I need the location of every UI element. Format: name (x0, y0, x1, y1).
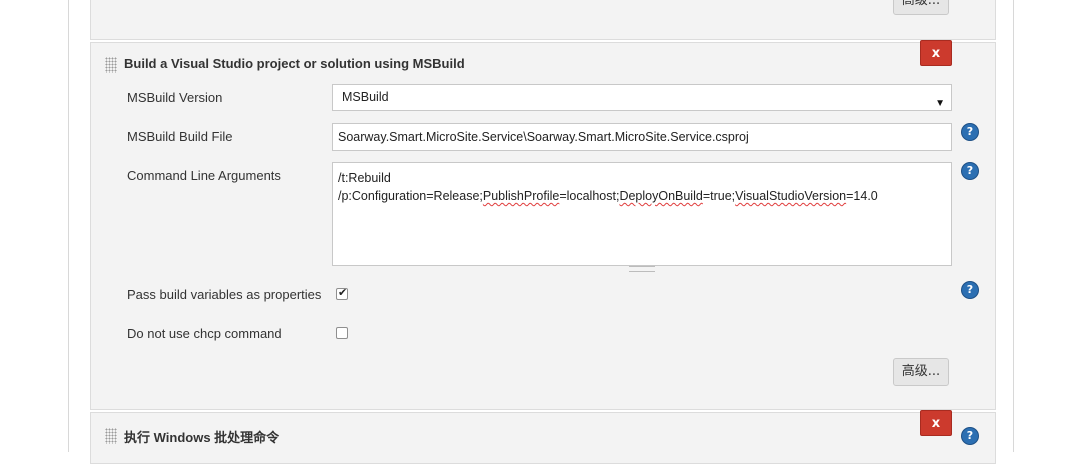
cmd-args-label: Command Line Arguments (127, 168, 281, 183)
checkmark-icon: ✔ (338, 286, 348, 299)
no-chcp-checkbox[interactable] (336, 327, 348, 339)
previous-build-step: 高级... (90, 0, 996, 40)
advanced-button-previous[interactable]: 高级... (893, 0, 949, 15)
help-icon-pass-build-vars[interactable]: ? (962, 282, 978, 298)
pass-build-vars-label: Pass build variables as properties (127, 287, 322, 302)
section-title: Build a Visual Studio project or solutio… (124, 56, 465, 71)
help-icon-windows-batch[interactable]: ? (962, 428, 978, 444)
drag-handle-icon[interactable] (105, 428, 117, 444)
advanced-button[interactable]: 高级... (893, 358, 949, 386)
cmd-args-textarea[interactable]: /t:Rebuild /p:Configuration=Release;Publ… (332, 162, 952, 266)
delete-step-button[interactable]: x (920, 40, 952, 66)
delete-step-button[interactable]: x (920, 410, 952, 436)
section-title: 执行 Windows 批处理命令 (124, 430, 280, 445)
msbuild-version-label: MSBuild Version (127, 90, 223, 105)
textarea-resize-grip[interactable] (629, 266, 655, 272)
cmd-args-line-1: /t:Rebuild (338, 171, 391, 185)
msbuild-version-select[interactable]: MSBuild ▼ (332, 84, 952, 111)
pass-build-vars-checkbox[interactable]: ✔ (336, 286, 348, 300)
help-icon-build-file[interactable]: ? (962, 124, 978, 140)
msbuild-version-value: MSBuild (342, 90, 389, 104)
msbuild-build-step: Build a Visual Studio project or solutio… (90, 40, 996, 410)
drag-handle-icon[interactable] (105, 57, 117, 73)
no-chcp-label: Do not use chcp command (127, 326, 282, 341)
cmd-args-line-2: /p:Configuration=Release;PublishProfile=… (338, 189, 878, 203)
build-file-input[interactable]: Soarway.Smart.MicroSite.Service\Soarway.… (332, 123, 952, 151)
dropdown-arrow-icon: ▼ (935, 98, 945, 109)
build-file-label: MSBuild Build File (127, 129, 233, 144)
help-icon-cmd-args[interactable]: ? (962, 163, 978, 179)
windows-batch-build-step: 执行 Windows 批处理命令 x ? (90, 410, 996, 464)
